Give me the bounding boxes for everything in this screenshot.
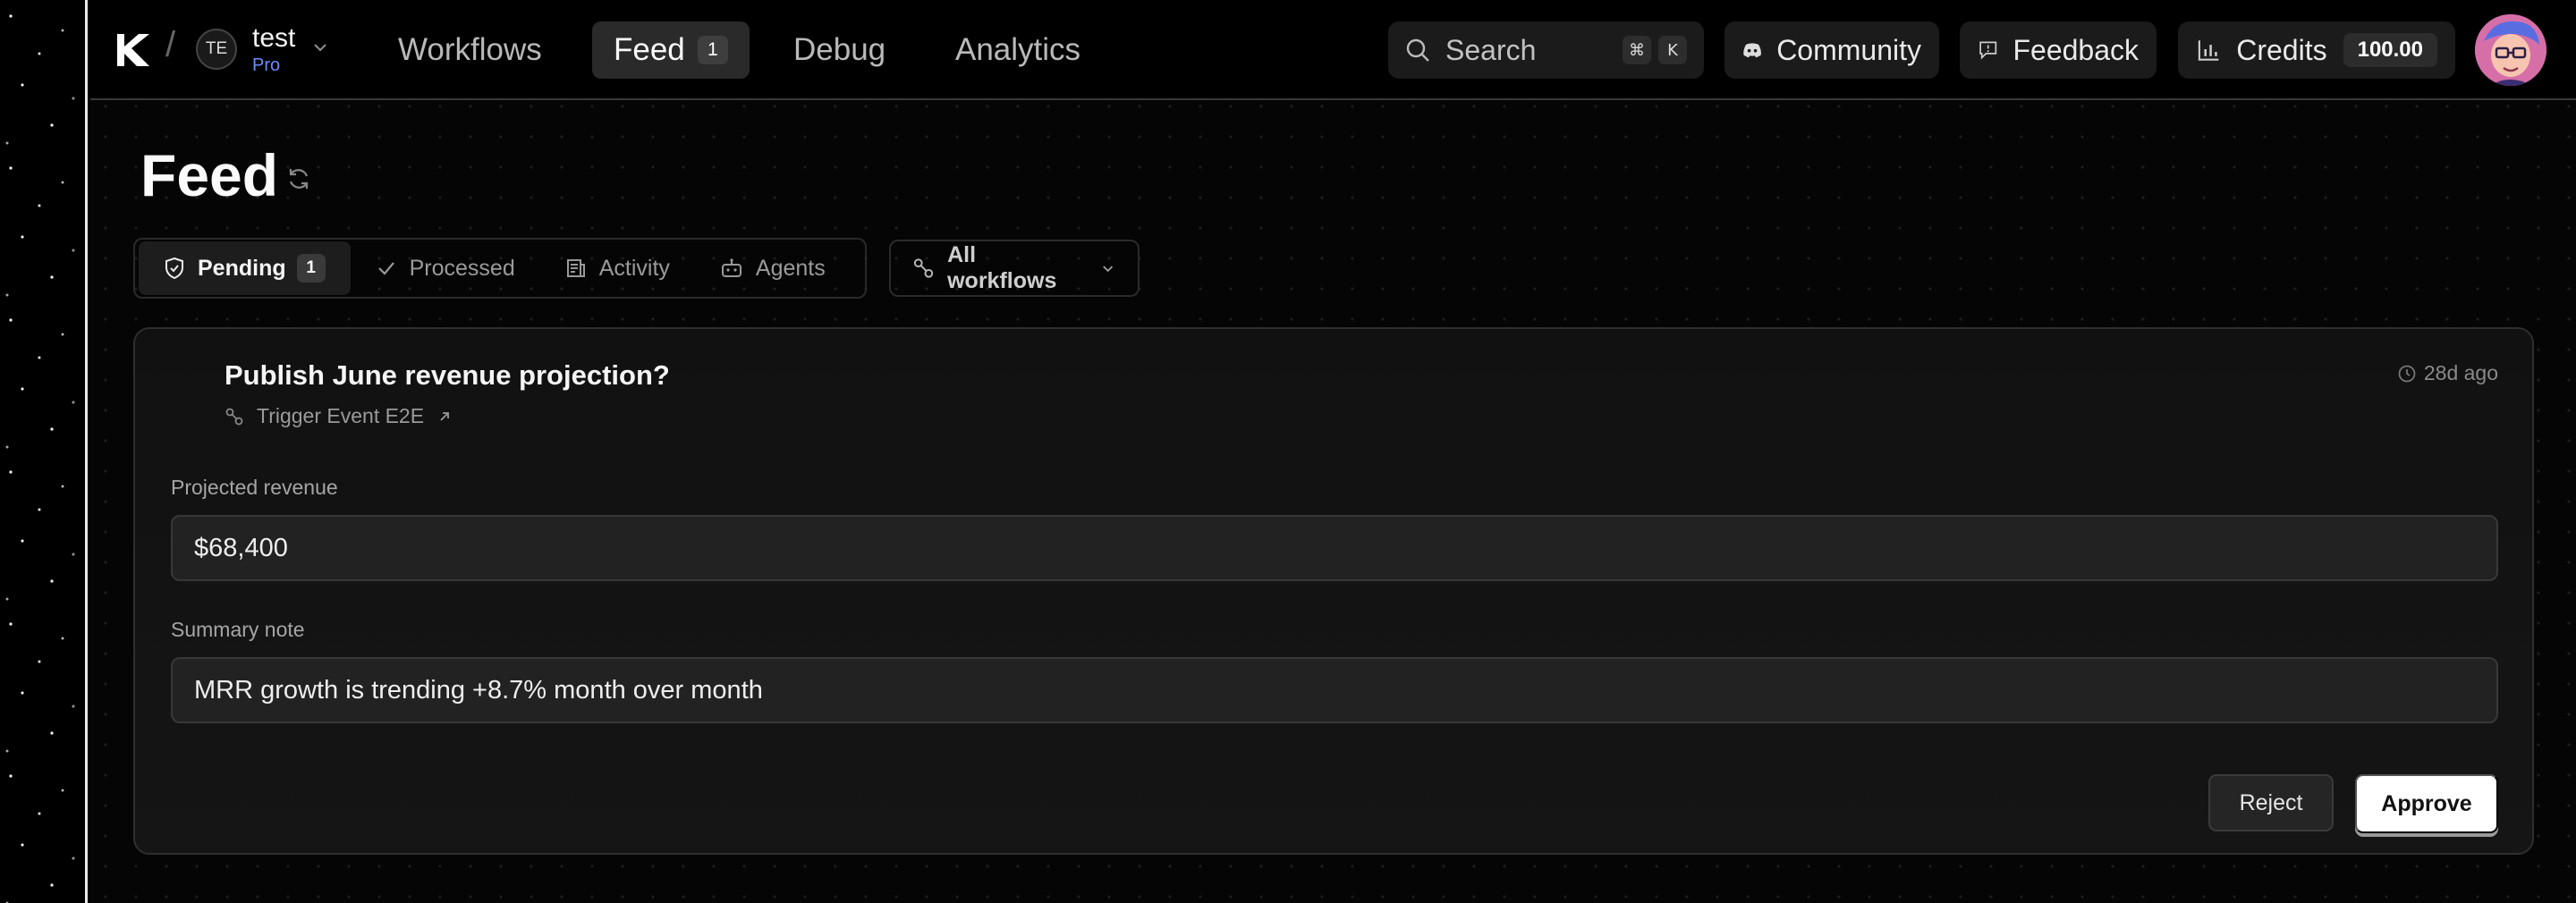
tab-processed-label: Processed (409, 255, 515, 281)
workflow-icon (225, 408, 243, 425)
app-shell: / TE test Pro Workflows Feed 1 Debug Ana… (90, 0, 2576, 903)
nav-debug[interactable]: Debug (772, 21, 907, 79)
workflow-icon (913, 258, 934, 278)
top-navigation-bar: / TE test Pro Workflows Feed 1 Debug Ana… (90, 0, 2576, 100)
feedback-icon (1979, 41, 1997, 60)
card-timestamp: 28d ago (2397, 361, 2498, 385)
user-avatar[interactable] (2475, 14, 2546, 86)
feed-count-badge: 1 (697, 36, 728, 64)
shield-check-icon (165, 257, 183, 280)
activity-icon (566, 259, 585, 277)
approval-card: Publish June revenue projection? Trigger… (133, 327, 2534, 855)
workspace-plan-badge: Pro (252, 55, 281, 75)
nav-analytics[interactable]: Analytics (934, 21, 1102, 79)
discord-icon (1743, 43, 1761, 58)
search-label: Search (1445, 33, 1537, 66)
breadcrumb-separator: / (165, 25, 176, 64)
credits-value: 100.00 (2343, 33, 2437, 67)
tab-pending[interactable]: Pending 1 (139, 241, 351, 295)
tab-agents-label: Agents (755, 255, 826, 281)
feed-tabs: Pending 1 Processed Activity Agents (133, 238, 867, 299)
credits-label: Credits (2236, 33, 2327, 66)
page-title: Feed (140, 142, 279, 208)
projected-revenue-field[interactable]: $68,400 (171, 515, 2498, 581)
summary-note-label: Summary note (171, 618, 305, 641)
chevron-down-icon[interactable] (309, 36, 332, 59)
nav-debug-label: Debug (793, 32, 886, 67)
card-workflow-link[interactable]: Trigger Event E2E (225, 404, 453, 428)
external-link-icon (440, 411, 449, 421)
shortcut-k-key: K (1658, 36, 1687, 64)
tab-activity-label: Activity (598, 255, 670, 281)
nav-workflows[interactable]: Workflows (377, 21, 564, 79)
chevron-down-icon (1102, 266, 1113, 273)
starfield-backdrop (0, 0, 88, 903)
workspace-avatar[interactable]: TE (196, 29, 237, 70)
nav-analytics-label: Analytics (955, 32, 1081, 67)
reject-button[interactable]: Reject (2208, 774, 2334, 831)
check-icon (377, 262, 394, 275)
workspace-name[interactable]: test (252, 23, 295, 54)
search-button[interactable]: Search ⌘ K (1388, 21, 1704, 79)
tab-processed[interactable]: Processed (351, 241, 540, 295)
user-avatar-illustration (2475, 14, 2546, 86)
feedback-label: Feedback (2012, 33, 2139, 66)
nav-feed[interactable]: Feed 1 (592, 21, 750, 79)
community-button[interactable]: Community (1724, 21, 1939, 79)
credits-button[interactable]: Credits 100.00 (2178, 21, 2455, 79)
clock-icon (2398, 365, 2416, 382)
projected-revenue-label: Projected revenue (171, 476, 338, 499)
refresh-icon[interactable] (285, 165, 312, 192)
community-label: Community (1776, 33, 1921, 66)
approve-button[interactable]: Approve (2355, 774, 2498, 833)
robot-icon (721, 258, 741, 277)
nav-feed-label: Feed (614, 32, 685, 67)
shortcut-cmd-key: ⌘ (1623, 36, 1651, 64)
card-title: Publish June revenue projection? (225, 359, 670, 391)
card-time-label: 28d ago (2423, 361, 2498, 384)
pending-count-badge: 1 (296, 254, 326, 283)
search-icon (1406, 38, 1429, 62)
nav-workflows-label: Workflows (398, 32, 542, 67)
app-logo-icon[interactable] (114, 30, 153, 70)
workflow-filter-dropdown[interactable]: All workflows (889, 240, 1140, 297)
tab-pending-label: Pending (198, 255, 286, 281)
card-workflow-name: Trigger Event E2E (257, 404, 425, 427)
bar-chart-icon (2198, 40, 2219, 61)
tab-agents[interactable]: Agents (695, 241, 851, 295)
summary-note-field[interactable]: MRR growth is trending +8.7% month over … (171, 657, 2498, 723)
workflow-filter-label: All workflows (947, 242, 1057, 293)
tab-activity[interactable]: Activity (540, 241, 695, 295)
feedback-button[interactable]: Feedback (1960, 21, 2157, 79)
